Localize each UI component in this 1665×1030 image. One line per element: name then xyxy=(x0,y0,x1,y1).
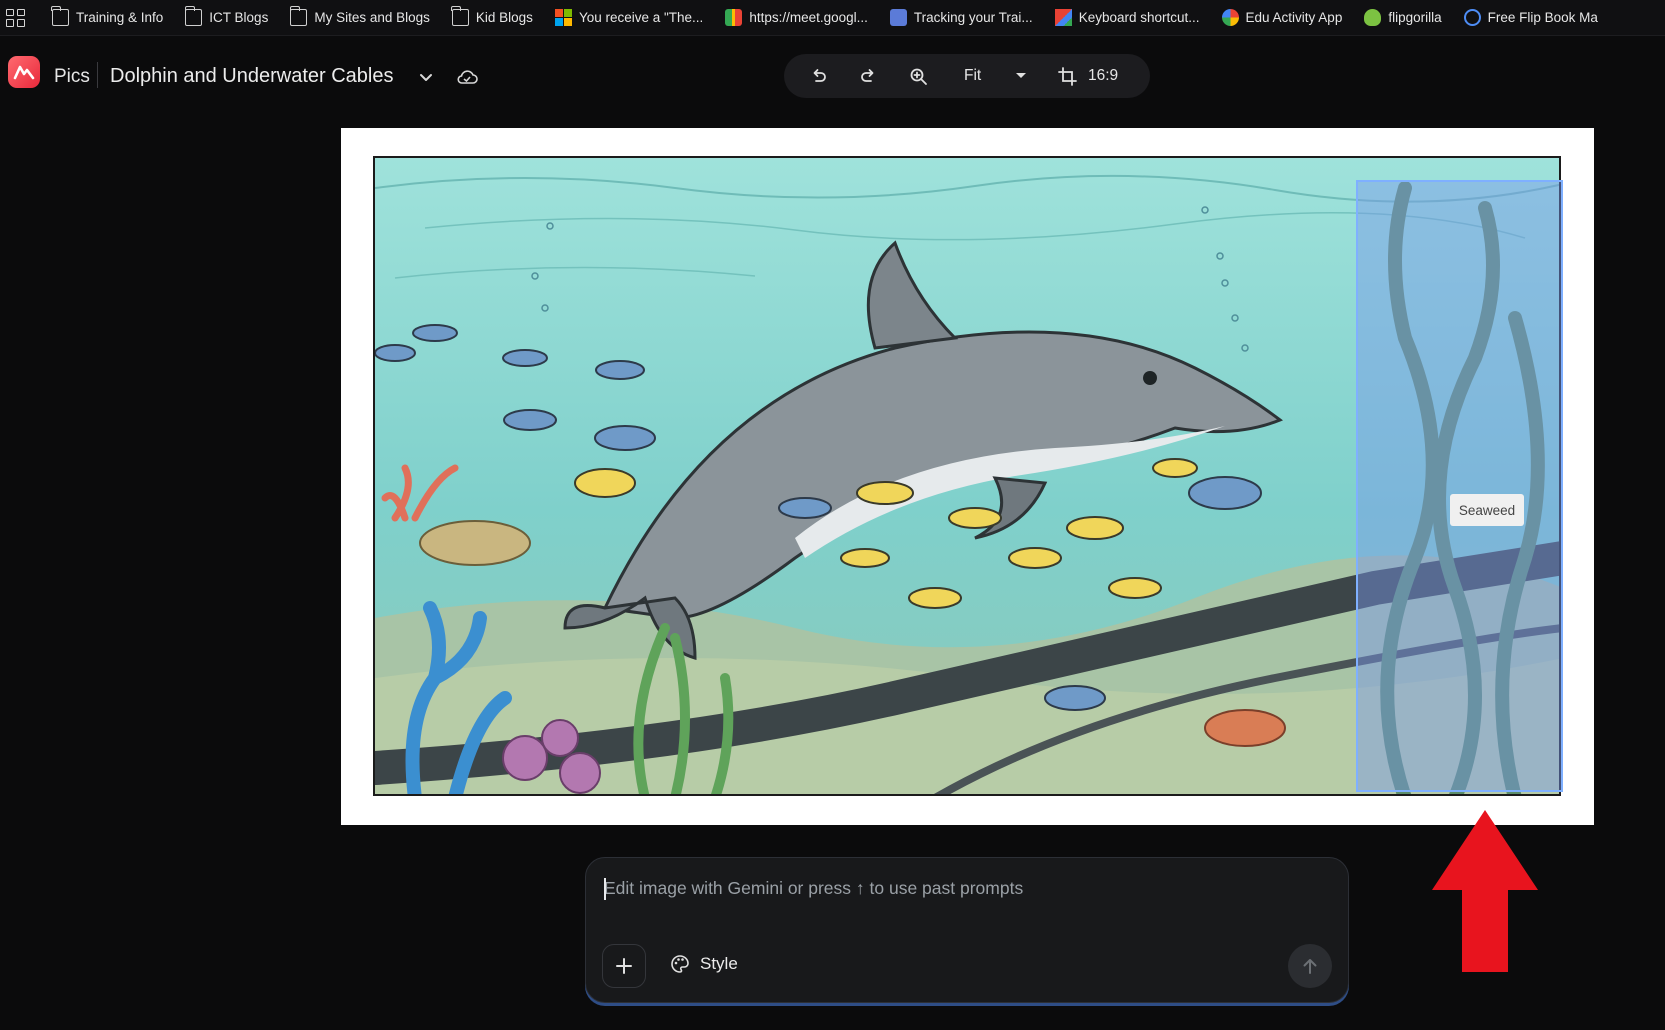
zoom-mode-label[interactable]: Fit xyxy=(964,67,981,85)
flipgorilla-icon xyxy=(1364,9,1382,26)
tracking-icon xyxy=(889,9,907,26)
flipbook-icon xyxy=(1463,9,1481,26)
bookmark-meet[interactable]: https://meet.googl... xyxy=(725,9,868,26)
cloud-saved-icon[interactable] xyxy=(456,69,478,85)
folder-icon xyxy=(451,6,469,26)
bookmark-label: Keyboard shortcut... xyxy=(1078,10,1200,25)
plus-icon xyxy=(616,958,632,974)
send-button[interactable] xyxy=(1288,944,1332,988)
bookmark-kid-blogs[interactable]: Kid Blogs xyxy=(451,6,533,26)
pics-logo-icon[interactable] xyxy=(8,56,40,88)
zoom-in-icon[interactable] xyxy=(907,65,929,87)
prompt-input[interactable] xyxy=(604,878,1304,899)
bookmark-label: Tracking your Trai... xyxy=(913,10,1033,25)
add-button[interactable] xyxy=(602,944,646,988)
bookmark-training-info[interactable]: Training & Info xyxy=(51,6,164,26)
microsoft-icon xyxy=(554,9,572,26)
text-caret xyxy=(604,878,606,900)
meet-icon xyxy=(725,9,743,26)
zoom-dropdown-icon[interactable] xyxy=(1010,65,1032,87)
undo-icon[interactable] xyxy=(808,65,830,87)
bookmark-ict-blogs[interactable]: ICT Blogs xyxy=(184,6,269,26)
prompt-box: Style xyxy=(585,857,1349,1003)
crop-icon[interactable] xyxy=(1056,65,1078,87)
bookmark-label: My Sites and Blogs xyxy=(314,10,430,25)
chevron-down-icon[interactable] xyxy=(418,71,434,85)
apps-grid-icon[interactable] xyxy=(4,7,26,29)
app-header: Pics Dolphin and Underwater Cables Fit 1… xyxy=(0,36,1665,116)
style-label: Style xyxy=(700,954,738,973)
folder-icon xyxy=(51,6,69,26)
bookmark-flipgorilla[interactable]: flipgorilla xyxy=(1364,9,1442,26)
bookmark-label: You receive a "The... xyxy=(578,10,704,25)
bookmark-label: https://meet.googl... xyxy=(749,10,868,25)
red-arrow-icon xyxy=(1432,810,1538,972)
google-icon xyxy=(1221,9,1239,26)
keyboard-icon xyxy=(1054,9,1072,26)
bookmark-label: Kid Blogs xyxy=(475,10,533,25)
bookmark-label: Free Flip Book Ma xyxy=(1487,10,1598,25)
folder-icon xyxy=(289,6,308,26)
bookmark-tracking[interactable]: Tracking your Trai... xyxy=(889,9,1033,26)
bookmark-keyboard[interactable]: Keyboard shortcut... xyxy=(1054,9,1200,26)
bookmark-label: ICT Blogs xyxy=(209,10,269,25)
bookmark-my-sites[interactable]: My Sites and Blogs xyxy=(289,6,430,26)
document-title[interactable]: Dolphin and Underwater Cables xyxy=(110,65,394,88)
bookmarks-bar: Training & Info ICT Blogs My Sites and B… xyxy=(0,0,1665,36)
arrow-up-icon xyxy=(1303,959,1317,974)
palette-icon xyxy=(671,955,689,973)
bookmark-label: Training & Info xyxy=(76,10,164,25)
image-toolbar: Fit 16:9 xyxy=(784,54,1150,98)
selection-label[interactable]: Seaweed xyxy=(1450,494,1524,526)
bookmark-edu-activity[interactable]: Edu Activity App xyxy=(1221,9,1343,26)
app-name[interactable]: Pics xyxy=(54,66,90,88)
selection-overlay[interactable] xyxy=(1356,180,1563,792)
style-button[interactable]: Style xyxy=(670,954,738,974)
redo-icon[interactable] xyxy=(857,65,879,87)
bookmark-flipbook[interactable]: Free Flip Book Ma xyxy=(1463,9,1598,26)
header-divider xyxy=(97,62,98,88)
bookmark-label: flipgorilla xyxy=(1388,10,1442,25)
folder-icon xyxy=(184,6,203,26)
aspect-ratio-label[interactable]: 16:9 xyxy=(1088,67,1118,85)
bookmark-label: Edu Activity App xyxy=(1245,10,1343,25)
bookmark-microsoft[interactable]: You receive a "The... xyxy=(554,9,704,26)
